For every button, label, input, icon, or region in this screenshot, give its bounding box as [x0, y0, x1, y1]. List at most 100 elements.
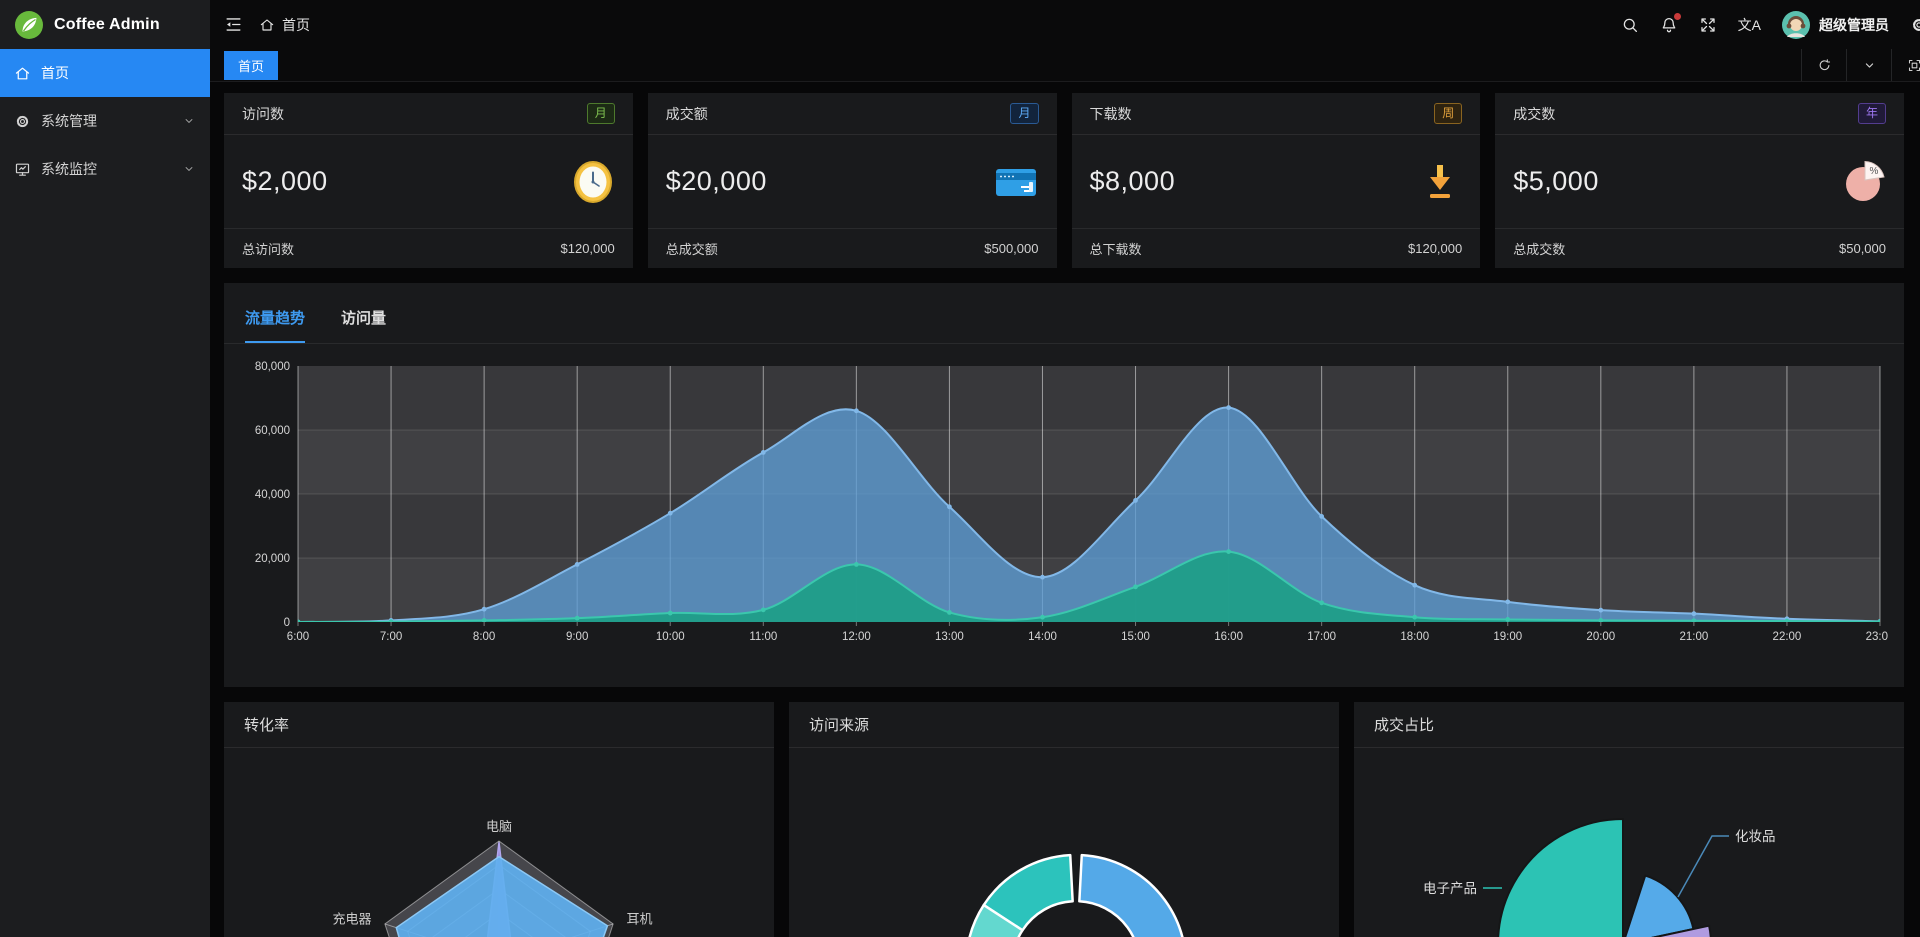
tab-home[interactable]: 首页 — [224, 51, 278, 80]
svg-text:耳机: 耳机 — [626, 912, 652, 927]
svg-text:17:00: 17:00 — [1307, 631, 1336, 643]
pie-percent-icon: % — [1842, 160, 1886, 204]
navbar-right: 文A 超级管理员 — [1621, 11, 1920, 39]
sidebar-item-系统监控[interactable]: 系统监控 — [0, 145, 210, 193]
stat-footer-label: 总成交额 — [666, 239, 718, 258]
stat-card-footer: 总成交额 $500,000 — [648, 228, 1057, 268]
stat-card-title: 访问数 — [242, 104, 284, 124]
svg-text:12:00: 12:00 — [842, 631, 871, 643]
traffic-trend-card: 流量趋势 访问量 6:007:008:009:0010:0011:0012:00… — [224, 283, 1904, 687]
svg-text:13:00: 13:00 — [935, 631, 964, 643]
stat-footer-value: $120,000 — [1408, 241, 1462, 256]
gear-icon[interactable] — [1910, 16, 1920, 34]
clock-icon — [571, 160, 615, 204]
collapse-sidebar-icon[interactable] — [224, 15, 243, 34]
traffic-trend-chart: 6:007:008:009:0010:0011:0012:0013:0014:0… — [224, 344, 1904, 687]
card-title: 转化率 — [224, 702, 774, 748]
bell-icon[interactable] — [1660, 16, 1678, 34]
stat-period-badge: 月 — [1010, 103, 1038, 124]
svg-text:14:00: 14:00 — [1028, 631, 1057, 643]
stat-card-下载数: 下载数 周 $8,000 总下载数 $120,000 — [1072, 93, 1481, 268]
sidebar-item-系统管理[interactable]: 系统管理 — [0, 97, 210, 145]
svg-text:电子产品: 电子产品 — [1423, 881, 1477, 896]
svg-text:6:00: 6:00 — [287, 631, 309, 643]
stat-card-footer: 总下载数 $120,000 — [1072, 228, 1481, 268]
svg-text:19:00: 19:00 — [1493, 631, 1522, 643]
breadcrumb-label: 首页 — [282, 15, 310, 35]
bank-card-icon — [993, 160, 1039, 204]
stat-period-badge: 月 — [587, 103, 615, 124]
svg-text:20,000: 20,000 — [255, 553, 290, 565]
main-area: 首页 文A 超级管理员 首页 — [210, 0, 1920, 937]
download-icon — [1418, 160, 1462, 204]
avatar — [1782, 11, 1810, 39]
trend-card-tabs: 流量趋势 访问量 — [224, 283, 1904, 344]
chevron-down-icon[interactable] — [1846, 49, 1891, 81]
coffee-admin-logo-icon — [14, 10, 44, 40]
stat-card-访问数: 访问数 月 $2,000 总访问数 $120,000 — [224, 93, 633, 268]
svg-text:10:00: 10:00 — [656, 631, 685, 643]
svg-text:15:00: 15:00 — [1121, 631, 1150, 643]
svg-text:80,000: 80,000 — [255, 361, 290, 373]
stat-card-header: 下载数 周 — [1072, 93, 1481, 135]
sidebar-item-label: 系统监控 — [41, 159, 97, 179]
page-content: 访问数 月 $2,000 总访问数 $120,000 成交额 月 $20,000… — [210, 82, 1920, 937]
stat-value: $5,000 — [1513, 166, 1599, 197]
sidebar: Coffee Admin 首页 系统管理 系统监控 — [0, 0, 210, 937]
svg-text:8:00: 8:00 — [473, 631, 495, 643]
stat-footer-value: $120,000 — [561, 241, 615, 256]
stat-card-header: 访问数 月 — [224, 93, 633, 135]
svg-text:11:00: 11:00 — [749, 631, 777, 643]
stat-card-grid: 访问数 月 $2,000 总访问数 $120,000 成交额 月 $20,000… — [224, 93, 1904, 268]
svg-text:0: 0 — [284, 617, 290, 629]
user-menu[interactable]: 超级管理员 — [1782, 11, 1889, 39]
svg-text:9:00: 9:00 — [566, 631, 588, 643]
breadcrumb[interactable]: 首页 — [259, 15, 310, 35]
stat-card-title: 成交数 — [1513, 104, 1555, 124]
stat-card-body: $8,000 — [1072, 135, 1481, 228]
stat-footer-label: 总成交数 — [1513, 239, 1565, 258]
search-icon[interactable] — [1621, 16, 1639, 34]
stat-card-body: $5,000 % — [1495, 135, 1904, 228]
svg-text:20:00: 20:00 — [1586, 631, 1615, 643]
stat-value: $2,000 — [242, 166, 328, 197]
stat-footer-value: $50,000 — [1839, 241, 1886, 256]
conversion-rate-card: 转化率 电脑耳机充电器 — [224, 702, 774, 937]
stat-card-成交额: 成交额 月 $20,000 总成交额 $500,000 — [648, 93, 1057, 268]
stat-card-title: 成交额 — [666, 104, 708, 124]
gear-icon — [14, 113, 31, 130]
stat-card-title: 下载数 — [1090, 104, 1132, 124]
conversion-radar-chart: 电脑耳机充电器 — [224, 748, 774, 937]
logo-area: Coffee Admin — [0, 0, 210, 49]
chevron-down-icon — [182, 114, 196, 128]
bottom-card-grid: 转化率 电脑耳机充电器 访问来源 成交占比 电子产品 化妆品 — [224, 702, 1904, 937]
svg-text:23:00: 23:00 — [1866, 631, 1888, 643]
top-navbar: 首页 文A 超级管理员 — [210, 0, 1920, 49]
stat-value: $8,000 — [1090, 166, 1176, 197]
stat-card-footer: 总访问数 $120,000 — [224, 228, 633, 268]
stat-period-badge: 年 — [1858, 103, 1886, 124]
chevron-down-icon — [182, 162, 196, 176]
monitor-icon — [14, 161, 31, 178]
sidebar-item-首页[interactable]: 首页 — [0, 49, 210, 97]
stat-card-成交数: 成交数 年 $5,000 % 总成交数 $50,000 — [1495, 93, 1904, 268]
trend-tab-访问量[interactable]: 访问量 — [341, 307, 386, 343]
deal-share-pie-chart: 电子产品 化妆品 — [1354, 748, 1904, 937]
card-title: 成交占比 — [1354, 702, 1904, 748]
translate-icon[interactable]: 文A — [1738, 15, 1761, 35]
sidebar-item-label: 首页 — [41, 63, 69, 83]
stat-card-body: $20,000 — [648, 135, 1057, 228]
visit-source-card: 访问来源 — [789, 702, 1339, 937]
fullscreen-icon[interactable] — [1699, 16, 1717, 34]
svg-text:16:00: 16:00 — [1214, 631, 1243, 643]
refresh-icon[interactable] — [1801, 49, 1846, 81]
deal-share-card: 成交占比 电子产品 化妆品 — [1354, 702, 1904, 937]
visit-source-donut-chart — [789, 748, 1339, 937]
home-icon — [259, 17, 275, 33]
svg-text:21:00: 21:00 — [1679, 631, 1708, 643]
svg-text:60,000: 60,000 — [255, 425, 290, 437]
svg-text:化妆品: 化妆品 — [1735, 829, 1776, 844]
trend-tab-流量趋势[interactable]: 流量趋势 — [245, 307, 305, 343]
maximize-icon[interactable] — [1891, 49, 1920, 81]
tabbar: 首页 — [210, 49, 1920, 82]
